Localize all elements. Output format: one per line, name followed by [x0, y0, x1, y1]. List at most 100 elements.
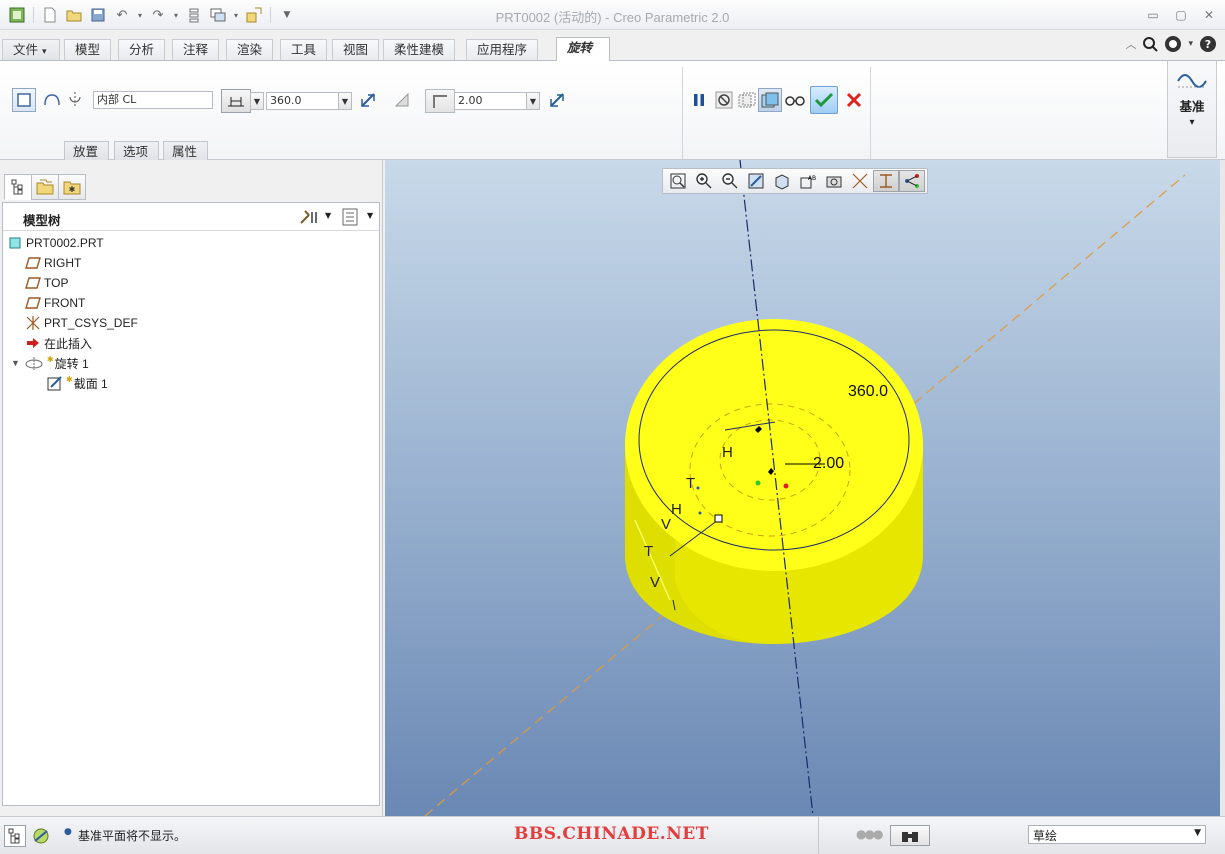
no-preview-icon[interactable]	[712, 88, 736, 112]
tree-item-insert-here[interactable]: 在此插入	[25, 334, 92, 352]
zoom-out-icon[interactable]	[717, 170, 743, 192]
angle-value-field[interactable]: 360.0	[266, 92, 340, 110]
svg-text:AB: AB	[808, 175, 816, 182]
thickness-dimension[interactable]: 2.00	[813, 455, 844, 473]
tab-flexible-modeling[interactable]: 柔性建模	[383, 39, 456, 60]
tree-item-revolve[interactable]: ▼ ✱ 旋转 1	[11, 354, 89, 372]
remove-material-icon[interactable]	[390, 88, 414, 112]
constraint-label: H	[671, 501, 682, 518]
sketch-view-icon[interactable]	[873, 170, 899, 192]
display-style-icon[interactable]	[769, 170, 795, 192]
subtab-options[interactable]: 选项	[114, 141, 159, 161]
datum-display-icon[interactable]	[847, 170, 873, 192]
angle-dimension[interactable]: 360.0	[848, 383, 888, 401]
flip-angle-icon[interactable]	[356, 88, 380, 112]
tab-label: 柔性建模	[394, 42, 445, 57]
sketcher-display-icon[interactable]	[899, 170, 925, 192]
search-icon[interactable]	[1142, 36, 1159, 52]
constraint-label: V	[650, 574, 661, 591]
help-icon[interactable]: ?	[1199, 35, 1217, 53]
tree-settings-icon[interactable]	[299, 209, 319, 228]
expand-arrow-icon[interactable]: ▼	[11, 358, 20, 368]
find-binoculars-icon[interactable]	[890, 825, 930, 846]
model-tree-title: 模型树	[23, 213, 61, 228]
zoom-in-icon[interactable]	[691, 170, 717, 192]
tab-analysis[interactable]: 分析	[118, 39, 166, 60]
detached-preview-icon[interactable]	[758, 88, 782, 112]
model-tree: 模型树 ▼ ▼ PRT0002.PRT RIGHT TOP FRONT PRT_…	[2, 202, 380, 806]
thicken-sketch-icon[interactable]	[425, 89, 455, 113]
surface-icon[interactable]	[40, 88, 64, 112]
pause-icon[interactable]	[687, 88, 711, 112]
view-manager-icon[interactable]	[821, 170, 847, 192]
tab-annotate[interactable]: 注释	[172, 39, 220, 60]
axis-collector-field[interactable]: 内部 CL	[93, 91, 213, 109]
thickness-value-field[interactable]: 2.00	[454, 92, 528, 110]
show-options-dropdown-icon[interactable]: ▼	[367, 211, 373, 220]
tab-file-label: 文件	[13, 42, 39, 57]
tab-label: 渲染	[237, 42, 263, 57]
chevron-down-icon: ▾	[42, 47, 47, 57]
solid-icon[interactable]	[12, 88, 36, 112]
tab-applications[interactable]: 应用程序	[466, 39, 539, 60]
tree-settings-dropdown-icon[interactable]: ▼	[325, 211, 331, 220]
angle-type-dropdown[interactable]: ▼	[250, 92, 264, 110]
subtab-properties[interactable]: 属性	[163, 141, 208, 161]
tab-model[interactable]: 模型	[64, 39, 112, 60]
tree-item-label: 截面 1	[73, 376, 108, 391]
tree-item-front[interactable]: FRONT	[25, 294, 85, 312]
collapse-ribbon-icon[interactable]: ︿	[1125, 36, 1136, 52]
tree-item-sketch[interactable]: ✱ 截面 1	[47, 374, 108, 392]
refit-icon[interactable]	[665, 170, 691, 192]
tab-tools[interactable]: 工具	[280, 39, 328, 60]
axis-icon[interactable]	[63, 88, 87, 112]
flip-thickness-icon[interactable]	[545, 88, 569, 112]
tree-item-right[interactable]: RIGHT	[25, 254, 81, 272]
window-title: PRT0002 (活动的) - Creo Parametric 2.0	[495, 10, 730, 25]
tab-label: 工具	[291, 42, 317, 57]
new-feature-star-icon: ✱	[46, 354, 54, 364]
selection-filter-select[interactable]: 草绘 ▼	[1028, 825, 1206, 844]
folder-browser-tab-icon[interactable]	[31, 174, 59, 200]
saved-orientations-icon[interactable]: AB	[795, 170, 821, 192]
tree-item-top[interactable]: TOP	[25, 274, 68, 292]
angle-type-icon[interactable]	[221, 89, 251, 113]
attached-preview-icon[interactable]	[735, 88, 759, 112]
minimize-icon[interactable]: ▭	[1140, 6, 1166, 24]
datum-plane-icon	[25, 255, 41, 271]
status-bullet-icon: ●	[64, 827, 72, 837]
community-dropdown-icon[interactable]: ▾	[1188, 39, 1193, 49]
graphics-viewport[interactable]: 360.0 2.00 H T H V T V AB	[385, 160, 1225, 816]
tab-view[interactable]: 视图	[332, 39, 380, 60]
thickness-dropdown[interactable]: ▼	[526, 92, 540, 110]
tree-item-label: 在此插入	[44, 336, 93, 351]
navigator-toggle-icon[interactable]	[4, 825, 26, 847]
revolve-icon	[24, 355, 44, 371]
favorites-tab-icon[interactable]: ✱	[58, 174, 86, 200]
subtab-placement[interactable]: 放置	[64, 141, 109, 161]
repaint-icon[interactable]	[743, 170, 769, 192]
insert-here-arrow-icon	[25, 335, 41, 351]
verify-glasses-icon[interactable]	[783, 88, 807, 112]
cancel-x-icon[interactable]	[842, 88, 866, 112]
show-options-icon[interactable]	[341, 208, 359, 229]
constraint-label: T	[686, 475, 696, 492]
datum-button[interactable]: 基准 ▾	[1167, 61, 1217, 158]
ok-checkmark-icon[interactable]	[810, 86, 838, 114]
tree-item-label: TOP	[44, 276, 69, 290]
community-icon[interactable]	[1164, 35, 1182, 53]
tree-item-label: PRT0002.PRT	[26, 236, 104, 250]
tree-item-part[interactable]: PRT0002.PRT	[7, 234, 104, 252]
tree-item-csys[interactable]: PRT_CSYS_DEF	[25, 314, 138, 332]
model-tree-tab-icon[interactable]	[4, 174, 32, 200]
tab-file[interactable]: 文件 ▾	[2, 39, 60, 60]
ribbon-tabs: 文件 ▾ 模型 分析 注释 渲染 工具 视图 柔性建模 应用程序 旋转	[0, 37, 1225, 61]
close-icon[interactable]: ✕	[1196, 6, 1222, 24]
browser-toggle-icon[interactable]	[30, 825, 52, 847]
tab-label: 注释	[183, 42, 209, 57]
subtab-label: 属性	[172, 144, 198, 159]
tab-render[interactable]: 渲染	[226, 39, 274, 60]
tab-revolve[interactable]: 旋转	[556, 37, 610, 61]
angle-value-dropdown[interactable]: ▼	[338, 92, 352, 110]
maximize-icon[interactable]: ▢	[1168, 6, 1194, 24]
